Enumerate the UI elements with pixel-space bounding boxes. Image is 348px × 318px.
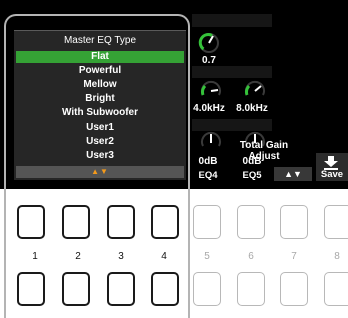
panel-button-upper-4[interactable]: [151, 205, 179, 239]
eq-q-knob[interactable]: [198, 32, 220, 54]
panel-button-lower-4[interactable]: [151, 272, 179, 306]
panel-button-lower-6[interactable]: [237, 272, 265, 306]
eq-panel-illustration: 0.7 4.0kHz 8.0kHz 0dB 0dB EQ4 EQ5 Total …: [0, 0, 348, 318]
eq5-freq-knob[interactable]: [244, 80, 266, 102]
total-gain-label: Total Gain Adjust: [236, 140, 292, 162]
eq4-freq-knob[interactable]: [200, 80, 222, 102]
panel-button-lower-8[interactable]: [324, 272, 348, 306]
panel-button-lower-3[interactable]: [107, 272, 135, 306]
total-gain-arrows-button[interactable]: ▲▼: [274, 167, 312, 181]
knob-freq-icon: [201, 80, 221, 96]
panel-button-lower-5[interactable]: [193, 272, 221, 306]
panel-button-upper-1[interactable]: [17, 205, 45, 239]
display-segment: [192, 14, 272, 27]
panel-button-number-6: 6: [248, 251, 254, 262]
panel-button-number-1: 1: [32, 251, 38, 262]
eq5-freq-value: 8.0kHz: [236, 103, 268, 114]
panel-button-number-8: 8: [334, 251, 340, 262]
eq4-gain-value: 0dB: [198, 156, 218, 167]
save-label: Save: [320, 169, 344, 180]
panel-button-upper-7[interactable]: [280, 205, 308, 239]
knob-freq-icon: [245, 80, 265, 96]
panel-button-lower-7[interactable]: [280, 272, 308, 306]
panel-button-upper-8[interactable]: [324, 205, 348, 239]
eq-q-value: 0.7: [202, 55, 216, 66]
knob-q-icon: [198, 33, 219, 53]
total-gain-line2: Adjust: [248, 151, 280, 162]
panel-button-lower-1[interactable]: [17, 272, 45, 306]
panel-button-lower-2[interactable]: [62, 272, 90, 306]
eq4-label: EQ4: [198, 170, 218, 181]
panel-button-upper-2[interactable]: [62, 205, 90, 239]
panel-button-upper-6[interactable]: [237, 205, 265, 239]
display-segment: [192, 66, 272, 78]
panel-button-upper-5[interactable]: [193, 205, 221, 239]
display-segment: [192, 119, 272, 131]
eq4-freq-value: 4.0kHz: [193, 103, 225, 114]
panel-button-number-3: 3: [118, 251, 124, 262]
panel-button-number-2: 2: [75, 251, 81, 262]
panel-button-upper-3[interactable]: [107, 205, 135, 239]
panel-button-number-4: 4: [161, 251, 167, 262]
knob-gain-icon: [201, 131, 221, 147]
eq4-gain-knob[interactable]: [200, 131, 222, 153]
eq5-label: EQ5: [242, 170, 262, 181]
panel-button-number-5: 5: [204, 251, 210, 262]
panel-button-number-7: 7: [291, 251, 297, 262]
total-gain-line1: Total Gain: [239, 140, 289, 151]
